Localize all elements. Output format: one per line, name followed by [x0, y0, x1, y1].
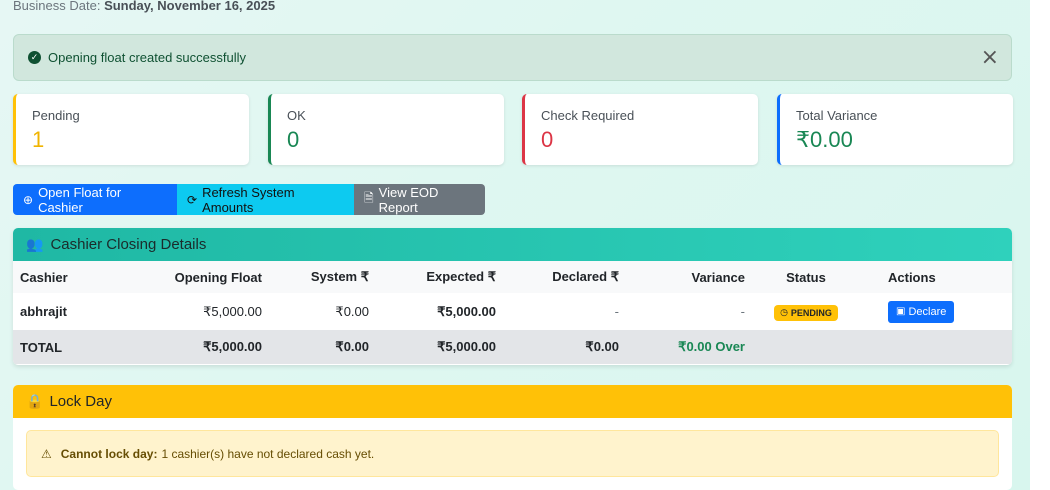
- success-alert: ✓ Opening float created successfully ×: [13, 34, 1012, 81]
- status-cell: ◷ PENDING: [745, 293, 867, 330]
- eod-report-label: View EOD Report: [378, 184, 439, 215]
- action-buttons: ⊕ Open Float for Cashier ⟳ Refresh Syste…: [13, 184, 485, 215]
- system-cell: ₹0.00: [335, 303, 369, 319]
- total-empty-cell: [867, 330, 1012, 364]
- expected-cell: ₹5,000.00: [437, 303, 496, 319]
- cashier-panel-header: 👥 Cashier Closing Details: [13, 228, 1012, 261]
- total-empty-cell: [745, 330, 867, 364]
- refresh-button[interactable]: ⟳ Refresh System Amounts: [177, 184, 354, 215]
- eod-report-button[interactable]: 🗎 View EOD Report: [354, 184, 485, 215]
- users-icon: 👥: [26, 236, 44, 253]
- check-circle-icon: ✓: [28, 51, 41, 64]
- lock-day-panel: 🔒 Lock Day ⚠ Cannot lock day: 1 cashier(…: [13, 385, 1012, 490]
- declared-cell: -: [614, 304, 619, 319]
- column-header: Opening Float: [101, 261, 262, 293]
- refresh-icon: ⟳: [187, 192, 198, 207]
- lock-icon: 🔒: [26, 393, 44, 410]
- actions-cell: ▣ Declare: [867, 293, 1012, 330]
- column-header: Variance: [619, 261, 745, 293]
- total-system: ₹0.00: [262, 330, 369, 364]
- column-header: Actions: [867, 261, 1012, 293]
- business-date: Business Date: Sunday, November 16, 2025: [13, 0, 275, 13]
- clock-icon: ◷: [780, 307, 788, 318]
- stat-label: Pending: [32, 108, 80, 123]
- total-opening-float: ₹5,000.00: [101, 330, 262, 364]
- close-icon[interactable]: ×: [981, 47, 999, 69]
- declare-label: Declare: [908, 305, 947, 318]
- table-header-row: Cashier Opening Float System ₹ Expected …: [13, 261, 1012, 293]
- business-date-value: Sunday, November 16, 2025: [104, 0, 276, 13]
- total-variance: ₹0.00 Over: [619, 330, 745, 364]
- stat-label: Check Required: [541, 108, 635, 123]
- stat-card-total-variance: Total Variance ₹0.00: [777, 94, 1013, 165]
- cashier-closing-panel: 👥 Cashier Closing Details Cashier Openin…: [13, 228, 1012, 365]
- document-icon: 🗎: [364, 191, 374, 205]
- business-date-label: Business Date:: [13, 0, 101, 13]
- stat-value: 1: [32, 127, 45, 152]
- column-header: Declared ₹: [496, 261, 619, 293]
- total-declared: ₹0.00: [496, 330, 619, 364]
- open-float-label: Open Float for Cashier: [38, 184, 122, 215]
- stat-value: ₹0.00: [796, 127, 853, 152]
- warning-icon: ⚠: [41, 446, 52, 461]
- refresh-label: Refresh System Amounts: [202, 184, 295, 215]
- column-header: Status: [745, 261, 867, 293]
- money-icon: ▣: [896, 306, 906, 317]
- stat-card-ok: OK 0: [268, 94, 504, 165]
- lock-warning-text: 1 cashier(s) have not declared cash yet.: [161, 446, 375, 461]
- status-badge: ◷ PENDING: [774, 304, 838, 321]
- cashier-name: abhrajit: [20, 304, 67, 319]
- table-row: abhrajit ₹5,000.00 ₹0.00 ₹5,000.00 - - ◷…: [13, 293, 1012, 330]
- stat-card-pending: Pending 1: [13, 94, 249, 165]
- declare-button[interactable]: ▣ Declare: [888, 300, 955, 323]
- variance-cell: -: [740, 304, 745, 319]
- plus-circle-icon: ⊕: [23, 192, 34, 207]
- stat-card-check-required: Check Required 0: [522, 94, 758, 165]
- status-badge-label: PENDING: [790, 307, 832, 318]
- total-expected: ₹5,000.00: [369, 330, 496, 364]
- lock-day-title: Lock Day: [49, 393, 112, 410]
- lock-warning-alert: ⚠ Cannot lock day: 1 cashier(s) have not…: [26, 430, 999, 477]
- column-header: System ₹: [262, 261, 369, 293]
- cashier-table: Cashier Opening Float System ₹ Expected …: [13, 261, 1012, 364]
- cashier-panel-title: Cashier Closing Details: [50, 236, 207, 253]
- stat-label: Total Variance: [796, 108, 878, 123]
- open-float-button[interactable]: ⊕ Open Float for Cashier: [13, 184, 177, 215]
- success-message: Opening float created successfully: [48, 50, 246, 65]
- total-label: TOTAL: [13, 330, 101, 364]
- stat-value: 0: [287, 127, 300, 152]
- table-total-row: TOTAL ₹5,000.00 ₹0.00 ₹5,000.00 ₹0.00 ₹0…: [13, 330, 1012, 364]
- stat-value: 0: [541, 127, 554, 152]
- opening-float-cell: ₹5,000.00: [203, 303, 262, 319]
- lock-warning-bold: Cannot lock day:: [60, 446, 158, 461]
- column-header: Expected ₹: [369, 261, 496, 293]
- page-right-edge: [1030, 0, 1050, 490]
- stat-label: OK: [287, 108, 306, 123]
- column-header: Cashier: [13, 261, 101, 293]
- lock-day-header: 🔒 Lock Day: [13, 385, 1012, 418]
